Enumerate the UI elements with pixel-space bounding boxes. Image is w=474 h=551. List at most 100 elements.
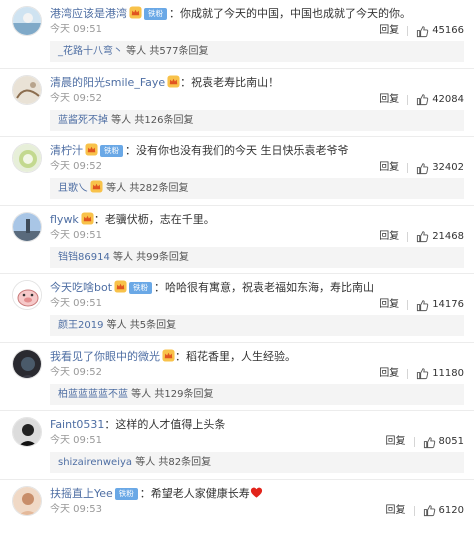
comment-item: 扶摇直上Yee 铁粉 ：希望老人家健康长寿 今天 09:53 回复 6120 [0, 480, 474, 549]
colon: ： [139, 486, 151, 500]
thumbs-up-icon[interactable] [416, 162, 429, 175]
reply-button[interactable]: 回复 [379, 298, 399, 312]
reply-count-text: 等人 共82条回复 [132, 457, 212, 468]
thumbs-up-icon[interactable] [416, 230, 429, 243]
reply-count-text: 等人 共99条回复 [109, 251, 189, 263]
like-count: 6120 [438, 504, 464, 516]
avatar[interactable] [12, 348, 42, 379]
reply-summary[interactable]: 蓝酱死不掉 等人 共126条回复 [50, 109, 464, 131]
like-count: 21468 [432, 230, 464, 242]
comment-text: 没有你也没有我们的今天 生日快乐袁老爷爷 [136, 144, 349, 157]
crown-icon [85, 143, 98, 156]
reply-username[interactable]: 柏蓝蓝蓝蓝不蓝 [58, 389, 128, 400]
comment-text: 这样的人才值得上头条 [115, 418, 226, 431]
comment-item: 港湾应该是港湾 铁粉 ：你成就了今天的中国，中国也成就了今天的你。 今天 09:51… [0, 0, 474, 69]
comment-item: 清柠汁 铁粉 ：没有你也没有我们的今天 生日快乐袁老爷爷 今天 09:52 回复 3… [0, 137, 474, 206]
colon: ： [125, 144, 136, 157]
thumbs-up-icon[interactable] [416, 25, 429, 38]
reply-summary[interactable]: 铛铛86914 等人 共99条回复 [50, 246, 464, 268]
thumbs-up-icon[interactable] [423, 504, 436, 517]
divider [407, 368, 409, 379]
reply-button[interactable]: 回复 [386, 435, 406, 449]
like-count: 32402 [432, 162, 464, 173]
fan-badge: 铁粉 [144, 8, 167, 20]
avatar[interactable] [12, 143, 42, 173]
avatar[interactable] [12, 485, 42, 516]
comment-time: 今天 09:53 [50, 503, 102, 515]
crown-icon [114, 280, 127, 293]
reply-username[interactable]: 蓝酱死不掉 [58, 115, 108, 126]
comment-username[interactable]: 港湾应该是港湾 [50, 7, 127, 20]
fan-badge: 铁粉 [100, 145, 123, 157]
reply-summary[interactable]: 颜王2019 等人 共5条回复 [50, 315, 464, 336]
reply-count-text: 等人 共129条回复 [128, 388, 214, 400]
reply-count-text: 等人 共5条回复 [103, 320, 177, 331]
colon: ： [169, 7, 180, 20]
reply-username[interactable]: shizairenweiya [58, 457, 132, 468]
comment-time: 今天 09:51 [50, 298, 102, 309]
colon: ： [180, 75, 192, 89]
reply-username[interactable]: _花路十八弯丶 [58, 46, 123, 57]
fan-badge: 铁粉 [129, 282, 153, 294]
comment-time: 今天 09:51 [50, 24, 102, 35]
comment-username[interactable]: flywk [50, 213, 79, 226]
reply-summary[interactable]: _花路十八弯丶 等人 共577条回复 [50, 41, 464, 62]
comment-item: Faint0531：这样的人才值得上头条 今天 09:51 回复 8051 sh… [0, 411, 474, 480]
reply-button[interactable]: 回复 [379, 161, 399, 175]
comment-username[interactable]: Faint0531 [50, 418, 104, 431]
crown-icon [129, 6, 142, 19]
like-count: 45166 [432, 25, 464, 36]
reply-username[interactable]: 颜王2019 [58, 320, 103, 331]
colon: ： [175, 349, 186, 363]
comment-username[interactable]: 我看见了你眼中的微光 [50, 350, 160, 363]
thumbs-up-icon[interactable] [423, 436, 436, 449]
divider [407, 300, 409, 310]
reply-button[interactable]: 回复 [379, 367, 399, 381]
reply-button[interactable]: 回复 [386, 504, 406, 518]
reply-button[interactable]: 回复 [379, 230, 399, 244]
like-count: 8051 [438, 436, 464, 447]
avatar[interactable] [12, 280, 42, 310]
fan-badge: 铁粉 [114, 487, 138, 500]
comment-text: 祝袁老寿比南山！ [191, 75, 280, 89]
reply-count-text: 等人 共126条回复 [108, 114, 194, 126]
avatar[interactable] [12, 417, 42, 447]
like-count: 11180 [432, 367, 464, 379]
reply-summary[interactable]: shizairenweiya 等人 共82条回复 [50, 452, 464, 473]
avatar[interactable] [12, 74, 42, 105]
colon: ： [154, 281, 166, 294]
thumbs-up-icon[interactable] [416, 299, 429, 312]
comment-username[interactable]: 清柠汁 [50, 144, 83, 157]
divider [407, 163, 409, 173]
colon: ： [104, 418, 116, 431]
reply-button[interactable]: 回复 [379, 93, 399, 107]
comment-time: 今天 09:51 [50, 435, 102, 446]
divider [407, 26, 409, 36]
crown-icon [162, 348, 175, 362]
like-count: 42084 [432, 93, 464, 105]
heart-icon [250, 487, 262, 498]
reply-username[interactable]: 铛铛86914 [58, 252, 110, 263]
divider [407, 94, 409, 105]
reply-username[interactable]: 且歌乀 [58, 183, 88, 194]
divider [413, 437, 415, 447]
comment-text: 希望老人家健康长寿 [150, 486, 250, 500]
reply-button[interactable]: 回复 [379, 24, 399, 38]
colon: ： [93, 212, 105, 226]
comment-username[interactable]: 扶摇直上Yee [50, 487, 113, 500]
comment-username[interactable]: 今天吃啥bot [50, 281, 112, 294]
comment-text: 你成就了今天的中国，中国也成就了今天的你。 [180, 7, 411, 20]
crown-icon [81, 211, 94, 225]
avatar[interactable] [12, 6, 42, 36]
divider [407, 231, 409, 242]
reply-summary[interactable]: 柏蓝蓝蓝蓝不蓝 等人 共129条回复 [50, 383, 464, 405]
avatar[interactable] [12, 211, 42, 242]
thumbs-up-icon[interactable] [416, 93, 429, 106]
thumbs-up-icon[interactable] [416, 367, 429, 380]
comment-item: 我看见了你眼中的微光 ：稻花香里，人生经验。 今天 09:52 回复 11180 … [0, 343, 474, 411]
comment-time: 今天 09:52 [50, 92, 102, 104]
comment-time: 今天 09:52 [50, 366, 102, 378]
reply-summary[interactable]: 且歌乀 等人 共282条回复 [50, 178, 464, 199]
comment-item: 今天吃啥bot 铁粉 ：哈哈很有寓意，祝袁老福如东海，寿比南山 今天 09:51 回… [0, 274, 474, 343]
comment-username[interactable]: 清晨的阳光smile_Faye [50, 76, 165, 89]
